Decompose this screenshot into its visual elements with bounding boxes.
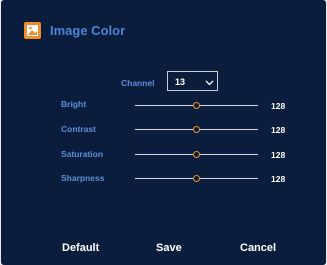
image-color-dialog: Image Color Channel 13 Bright 128 Contra…	[1, 0, 326, 265]
sharpness-label: Sharpness	[61, 173, 105, 183]
contrast-slider-thumb[interactable]	[193, 126, 200, 133]
saturation-value: 128	[271, 150, 286, 160]
contrast-label: Contrast	[61, 124, 96, 134]
channel-select[interactable]: 13	[167, 71, 218, 91]
bright-slider-thumb[interactable]	[193, 102, 200, 109]
saturation-slider-thumb[interactable]	[193, 151, 200, 158]
dialog-title: Image Color	[50, 23, 126, 38]
channel-label: Channel	[121, 78, 155, 88]
save-button[interactable]: Save	[156, 242, 182, 254]
cancel-button[interactable]: Cancel	[240, 242, 276, 254]
saturation-label: Saturation	[61, 149, 104, 159]
contrast-value: 128	[271, 125, 286, 135]
default-button[interactable]: Default	[62, 242, 99, 254]
channel-value: 13	[175, 77, 186, 87]
bright-label: Bright	[61, 99, 87, 109]
bright-value: 128	[271, 101, 286, 111]
sharpness-value: 128	[271, 174, 286, 184]
chevron-down-icon	[205, 78, 214, 88]
image-icon	[24, 22, 41, 39]
sharpness-slider-thumb[interactable]	[193, 175, 200, 182]
